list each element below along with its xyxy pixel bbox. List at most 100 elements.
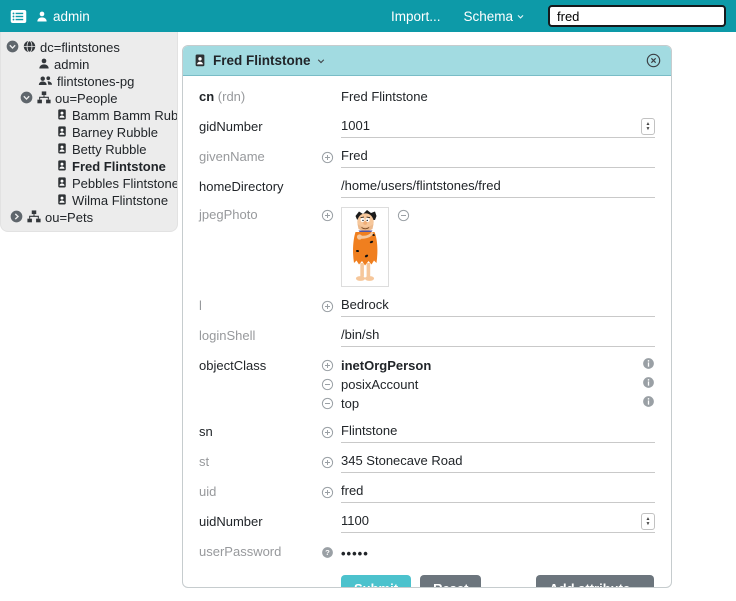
attribute-row-gidnumber: gidNumber ▲▼ bbox=[199, 117, 655, 138]
form-actions: Submit Reset Add attribute... bbox=[341, 575, 655, 587]
attribute-row-sn: sn bbox=[199, 422, 655, 443]
tree-item-label: Barney Rubble bbox=[72, 125, 158, 140]
tree-item-label: Bamm Bamm Rubble bbox=[72, 108, 178, 123]
chevron-right-circle-icon[interactable] bbox=[10, 210, 23, 226]
search-input[interactable] bbox=[548, 5, 726, 27]
tree-item-flintstones-pg[interactable]: flintstones-pg bbox=[1, 73, 177, 90]
chevron-down-circle-icon[interactable] bbox=[6, 40, 19, 56]
attribute-input-givenname[interactable] bbox=[341, 147, 655, 168]
attribute-row-l: l bbox=[199, 296, 655, 317]
attribute-input-loginshell[interactable] bbox=[341, 326, 655, 347]
attribute-label-cn: cn (rdn) bbox=[199, 89, 246, 104]
plus-circle-icon[interactable] bbox=[321, 359, 341, 372]
address-card-icon bbox=[56, 193, 68, 209]
globe-icon bbox=[23, 39, 36, 56]
attribute-row-uid: uid bbox=[199, 482, 655, 503]
attribute-label-uid: uid bbox=[199, 484, 217, 499]
attribute-input-sn[interactable] bbox=[341, 422, 655, 443]
list-icon[interactable] bbox=[10, 9, 27, 24]
entry-editor-card: Fred Flintstone cn (rdn) Fred Flintstone g… bbox=[182, 45, 672, 588]
import-menu-item[interactable]: Import... bbox=[391, 9, 441, 24]
tree-item-fred-flintstone[interactable]: Fred Flintstone bbox=[1, 158, 177, 175]
submit-button[interactable]: Submit bbox=[341, 575, 412, 587]
attribute-input-st[interactable] bbox=[341, 452, 655, 473]
tree-item-barney-rubble[interactable]: Barney Rubble bbox=[1, 124, 177, 141]
objectclass-value-top: top bbox=[341, 396, 360, 411]
plus-circle-icon[interactable] bbox=[321, 456, 341, 469]
attribute-label-objectclass: objectClass bbox=[199, 358, 267, 373]
attribute-row-st: st bbox=[199, 452, 655, 473]
tree-item-ou-pets[interactable]: ou=Pets bbox=[1, 209, 177, 226]
minus-circle-icon[interactable] bbox=[397, 209, 417, 222]
tree-item-admin[interactable]: admin bbox=[1, 56, 177, 73]
info-circle-icon[interactable] bbox=[642, 376, 655, 394]
chevron-down-circle-icon[interactable] bbox=[20, 91, 33, 107]
tree-item-dc-flintstones[interactable]: dc=flintstones bbox=[1, 39, 177, 56]
question-circle-icon[interactable]: ? bbox=[321, 546, 341, 559]
attribute-label-givenname: givenName bbox=[199, 149, 265, 164]
tree-item-betty-rubble[interactable]: Betty Rubble bbox=[1, 141, 177, 158]
tree-item-pebbles-flintstone[interactable]: Pebbles Flintstone bbox=[1, 175, 177, 192]
attribute-label-gidnumber: gidNumber bbox=[199, 119, 263, 134]
users-icon bbox=[38, 74, 53, 90]
attribute-input-uid[interactable] bbox=[341, 482, 655, 503]
minus-circle-icon[interactable] bbox=[321, 397, 341, 410]
add-attribute-button[interactable]: Add attribute... bbox=[536, 575, 654, 587]
attribute-label-loginshell: loginShell bbox=[199, 328, 256, 343]
plus-circle-icon[interactable] bbox=[321, 426, 341, 439]
info-circle-icon[interactable] bbox=[642, 357, 655, 375]
tree-item-label: flintstones-pg bbox=[57, 74, 135, 89]
objectclass-value-inetorgperson: inetOrgPerson bbox=[341, 358, 432, 373]
username-label: admin bbox=[53, 8, 90, 24]
tree-item-bamm-bamm-rubble[interactable]: Bamm Bamm Rubble bbox=[1, 107, 177, 124]
attribute-input-gidnumber[interactable] bbox=[341, 117, 641, 137]
tree-item-label: Wilma Flintstone bbox=[72, 193, 169, 208]
reset-button[interactable]: Reset bbox=[420, 575, 482, 587]
number-stepper[interactable]: ▲ ▼ bbox=[641, 513, 655, 530]
attribute-row-jpegphoto: jpegPhoto bbox=[199, 207, 655, 287]
chevron-down-icon bbox=[317, 58, 324, 63]
close-icon[interactable] bbox=[646, 53, 661, 68]
minus-circle-icon[interactable] bbox=[321, 378, 341, 391]
address-card-icon bbox=[56, 125, 68, 141]
tree-item-label: admin bbox=[54, 57, 90, 72]
top-navbar: admin Import... Schema bbox=[0, 0, 736, 32]
tree-item-label: Betty Rubble bbox=[72, 142, 147, 157]
attribute-input-userpassword[interactable]: ••••• bbox=[341, 544, 369, 561]
ldap-tree-panel: dc=flintstones admin flintstones-pg ou=P… bbox=[0, 32, 178, 232]
attribute-label-uidnumber: uidNumber bbox=[199, 514, 263, 529]
attribute-label-userpassword: userPassword bbox=[199, 544, 282, 559]
attribute-row-loginshell: loginShell bbox=[199, 326, 655, 347]
address-card-icon bbox=[56, 108, 68, 124]
attribute-row-userpassword: userPassword? ••••• bbox=[199, 542, 655, 563]
tree-item-label: Fred Flintstone bbox=[72, 159, 166, 174]
attribute-input-uidnumber[interactable] bbox=[341, 512, 641, 532]
address-card-icon bbox=[56, 142, 68, 158]
attribute-label-l: l bbox=[199, 298, 202, 313]
attribute-label-homedirectory: homeDirectory bbox=[199, 179, 284, 194]
attribute-label-jpegphoto: jpegPhoto bbox=[199, 207, 258, 222]
tree-item-label: ou=People bbox=[55, 91, 118, 106]
address-card-icon bbox=[195, 54, 205, 67]
user-icon bbox=[38, 57, 50, 73]
plus-circle-icon[interactable] bbox=[321, 300, 341, 313]
tree-item-wilma-flintstone[interactable]: Wilma Flintstone bbox=[1, 192, 177, 209]
plus-circle-icon[interactable] bbox=[321, 209, 341, 222]
objectclass-value-posixaccount: posixAccount bbox=[341, 377, 419, 392]
current-user[interactable]: admin bbox=[36, 9, 90, 24]
info-circle-icon[interactable] bbox=[642, 395, 655, 413]
tree-item-label: ou=Pets bbox=[45, 210, 94, 225]
attribute-row-uidnumber: uidNumber ▲▼ bbox=[199, 512, 655, 533]
entry-title[interactable]: Fred Flintstone bbox=[213, 53, 326, 68]
schema-menu-item[interactable]: Schema bbox=[463, 9, 525, 24]
address-card-icon bbox=[56, 176, 68, 192]
number-stepper[interactable]: ▲ ▼ bbox=[641, 118, 655, 135]
attribute-label-st: st bbox=[199, 454, 210, 469]
attribute-row-objectclass: objectClass inetOrgPerson posixAccount top bbox=[199, 356, 655, 413]
attribute-input-homedirectory[interactable] bbox=[341, 177, 655, 198]
tree-item-label: Pebbles Flintstone bbox=[72, 176, 178, 191]
plus-circle-icon[interactable] bbox=[321, 486, 341, 499]
attribute-input-l[interactable] bbox=[341, 296, 655, 317]
tree-item-ou-people[interactable]: ou=People bbox=[1, 90, 177, 107]
plus-circle-icon[interactable] bbox=[321, 151, 341, 164]
